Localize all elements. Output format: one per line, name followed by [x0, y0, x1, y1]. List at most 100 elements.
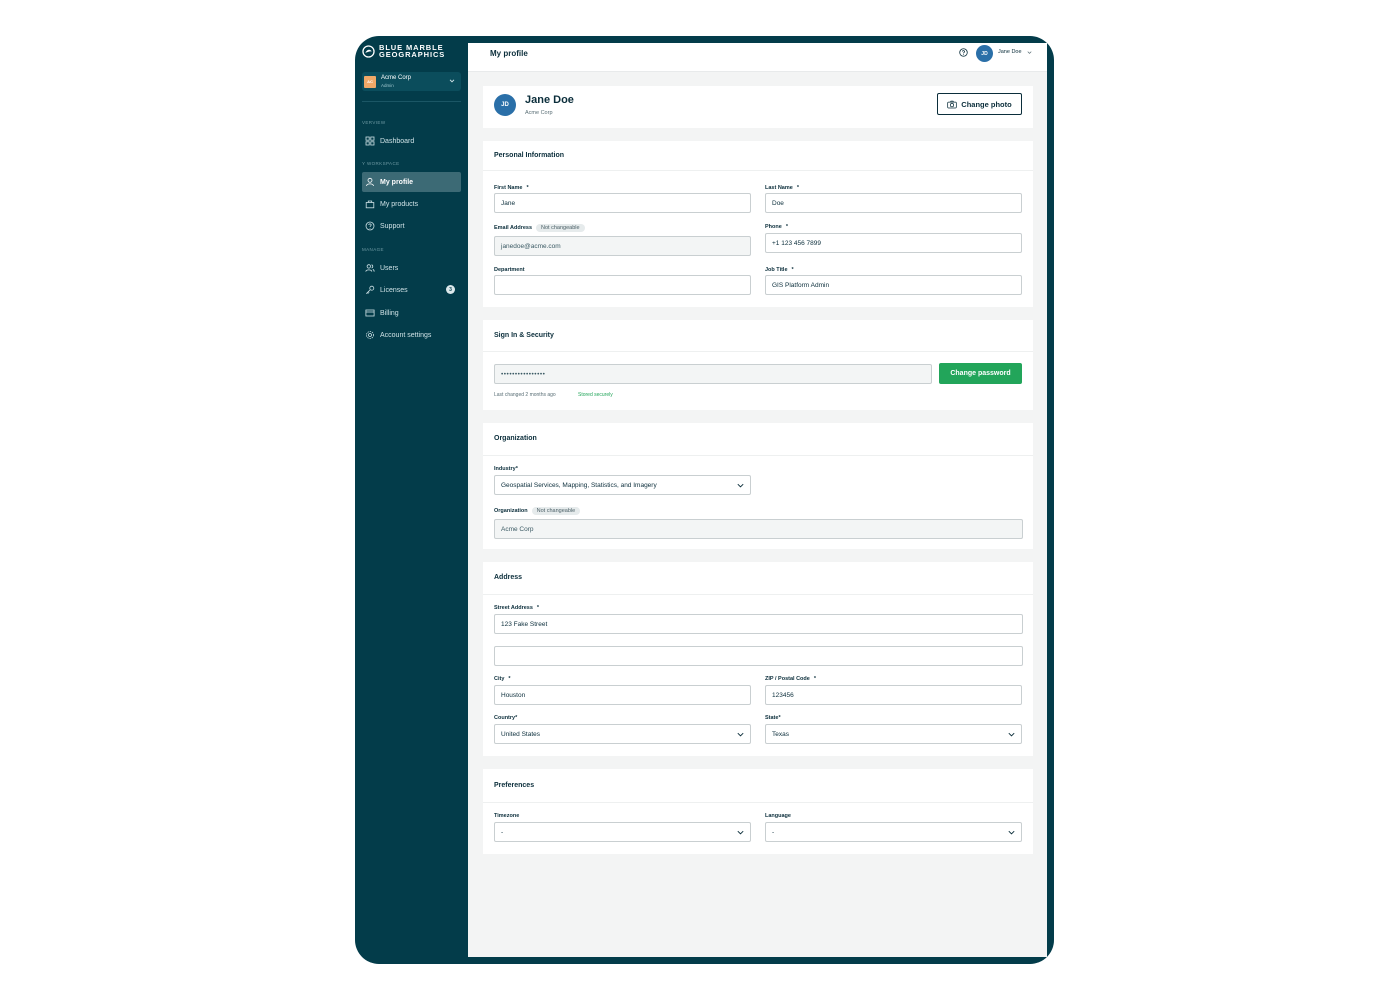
country-label: Country* — [494, 715, 518, 721]
licenses-count-badge: 3 — [446, 285, 455, 294]
brand-logo[interactable]: BLUE MARBLE GEOGRAPHICS — [362, 44, 445, 58]
sidebar-item-users[interactable]: Users — [362, 258, 461, 278]
organization-header: Organization — [483, 423, 1033, 456]
city-field[interactable]: Houston — [494, 685, 751, 705]
preferences-card: Preferences Timezone - Language - — [483, 769, 1033, 854]
email-label: Email Address Not changeable — [494, 224, 585, 232]
country-select[interactable]: United States — [494, 724, 751, 744]
phone-label: Phone * — [765, 224, 788, 230]
chevron-down-icon — [449, 79, 455, 83]
phone-label-text: Phone — [765, 224, 782, 230]
user-avatar[interactable]: JD — [976, 45, 993, 62]
change-password-button[interactable]: Change password — [939, 363, 1022, 384]
profile-header-card: JD Jane Doe Acme Corp Change photo — [483, 86, 1033, 128]
required-mark: * — [791, 267, 794, 273]
sidebar-item-label: My products — [380, 200, 419, 208]
user-icon — [366, 177, 374, 187]
card-icon — [365, 309, 375, 317]
required-mark: * — [796, 185, 799, 191]
sidebar-divider — [362, 101, 461, 102]
device-frame: BLUE MARBLE GEOGRAPHICS AC Acme Corp Adm… — [355, 36, 1054, 964]
city-label-text: City — [494, 676, 505, 682]
sidebar-item-support[interactable]: Support — [362, 216, 461, 236]
help-circle-icon — [365, 221, 375, 231]
globe-logo-icon — [362, 44, 375, 58]
required-mark: * — [785, 224, 788, 230]
industry-value: Geospatial Services, Mapping, Statistics… — [501, 481, 657, 489]
industry-select[interactable]: Geospatial Services, Mapping, Statistics… — [494, 475, 751, 495]
address-card: Address Street Address * 123 Fake Street … — [483, 562, 1033, 756]
chevron-down-icon — [737, 483, 744, 488]
sidebar-item-licenses[interactable]: Licenses 3 — [362, 280, 461, 300]
not-changeable-pill: Not changeable — [536, 224, 585, 232]
security-title: Sign In & Security — [494, 332, 554, 339]
personal-info-title: Personal Information — [494, 152, 565, 159]
zip-label-text: ZIP / Postal Code — [765, 676, 810, 682]
first-name-field[interactable]: Jane — [494, 193, 751, 213]
language-value: - — [772, 828, 775, 836]
sidebar-item-label: Account settings — [380, 331, 432, 339]
camera-icon — [947, 100, 957, 108]
department-field[interactable] — [494, 275, 751, 295]
state-select[interactable]: Texas — [765, 724, 1022, 744]
last-name-label: Last Name * — [765, 185, 799, 191]
page-title: My profile — [490, 49, 528, 58]
change-photo-button[interactable]: Change photo — [937, 93, 1022, 115]
key-icon — [366, 285, 375, 294]
sidebar-item-label: Users — [380, 264, 399, 272]
org-switcher[interactable]: AC Acme Corp Admin — [362, 72, 461, 91]
profile-avatar: JD — [494, 94, 516, 116]
nav-section-workspace: Y WORKSPACE — [362, 161, 400, 166]
chevron-down-icon — [1008, 830, 1015, 835]
address-header: Address — [483, 562, 1033, 595]
sidebar-item-label: Support — [380, 222, 405, 230]
org-switcher-name: Acme Corp — [381, 74, 412, 81]
phone-field[interactable]: +1 123 456 7899 — [765, 233, 1022, 253]
state-label: State* — [765, 715, 781, 721]
street-address-field[interactable]: 123 Fake Street — [494, 614, 1023, 634]
nav-section-manage: MANAGE — [362, 247, 384, 252]
organization-title: Organization — [494, 435, 537, 442]
sidebar-item-my-profile[interactable]: My profile — [362, 172, 461, 192]
main-content: My profile JD Jane Doe JD Jane Doe Acme … — [468, 43, 1047, 957]
sidebar-item-my-products[interactable]: My products — [362, 194, 461, 214]
not-changeable-pill: Not changeable — [531, 507, 581, 515]
user-menu-name[interactable]: Jane Doe — [998, 49, 1022, 55]
last-name-field[interactable]: Doe — [765, 193, 1022, 213]
zip-field[interactable]: 123456 — [765, 685, 1022, 705]
chevron-down-icon — [737, 830, 744, 835]
password-field: •••••••••••••••• — [494, 364, 932, 384]
sidebar-item-dashboard[interactable]: Dashboard — [362, 131, 461, 151]
security-card: Sign In & Security •••••••••••••••• Chan… — [483, 320, 1033, 410]
chevron-down-icon — [1008, 732, 1015, 737]
password-stored-securely: Stored securely — [578, 392, 613, 398]
sidebar-item-account-settings[interactable]: Account settings — [362, 325, 461, 345]
timezone-select[interactable]: - — [494, 822, 751, 842]
first-name-label-text: First Name — [494, 185, 523, 191]
org-avatar: AC — [364, 75, 376, 88]
sidebar-item-label: Billing — [380, 309, 399, 317]
department-label: Department — [494, 267, 525, 273]
personal-info-header: Personal Information — [483, 141, 1033, 171]
sidebar-item-label: My profile — [380, 178, 414, 186]
job-title-field[interactable]: GIS Platform Admin — [765, 275, 1022, 295]
personal-info-card: Personal Information First Name * Jane La… — [483, 141, 1033, 307]
timezone-label: Timezone — [494, 813, 520, 819]
street-address-2-field[interactable] — [494, 646, 1023, 666]
sidebar: BLUE MARBLE GEOGRAPHICS AC Acme Corp Adm… — [355, 36, 468, 964]
chevron-down-icon[interactable] — [1026, 49, 1033, 56]
required-mark: * — [813, 676, 816, 682]
required-mark: * — [536, 605, 540, 611]
street-label-text: Street Address — [494, 605, 533, 611]
sidebar-item-billing[interactable]: Billing — [362, 303, 461, 323]
language-select[interactable]: - — [765, 822, 1022, 842]
brand-name: BLUE MARBLE GEOGRAPHICS — [379, 44, 445, 59]
state-value: Texas — [772, 730, 789, 738]
gear-icon — [366, 331, 374, 339]
first-name-label: First Name * — [494, 185, 529, 191]
sidebar-item-label: Dashboard — [380, 137, 415, 145]
city-label: City * — [494, 676, 511, 682]
help-icon[interactable] — [959, 48, 968, 57]
change-photo-label: Change photo — [961, 99, 1012, 109]
organization-label: Organization Not changeable — [494, 507, 581, 515]
